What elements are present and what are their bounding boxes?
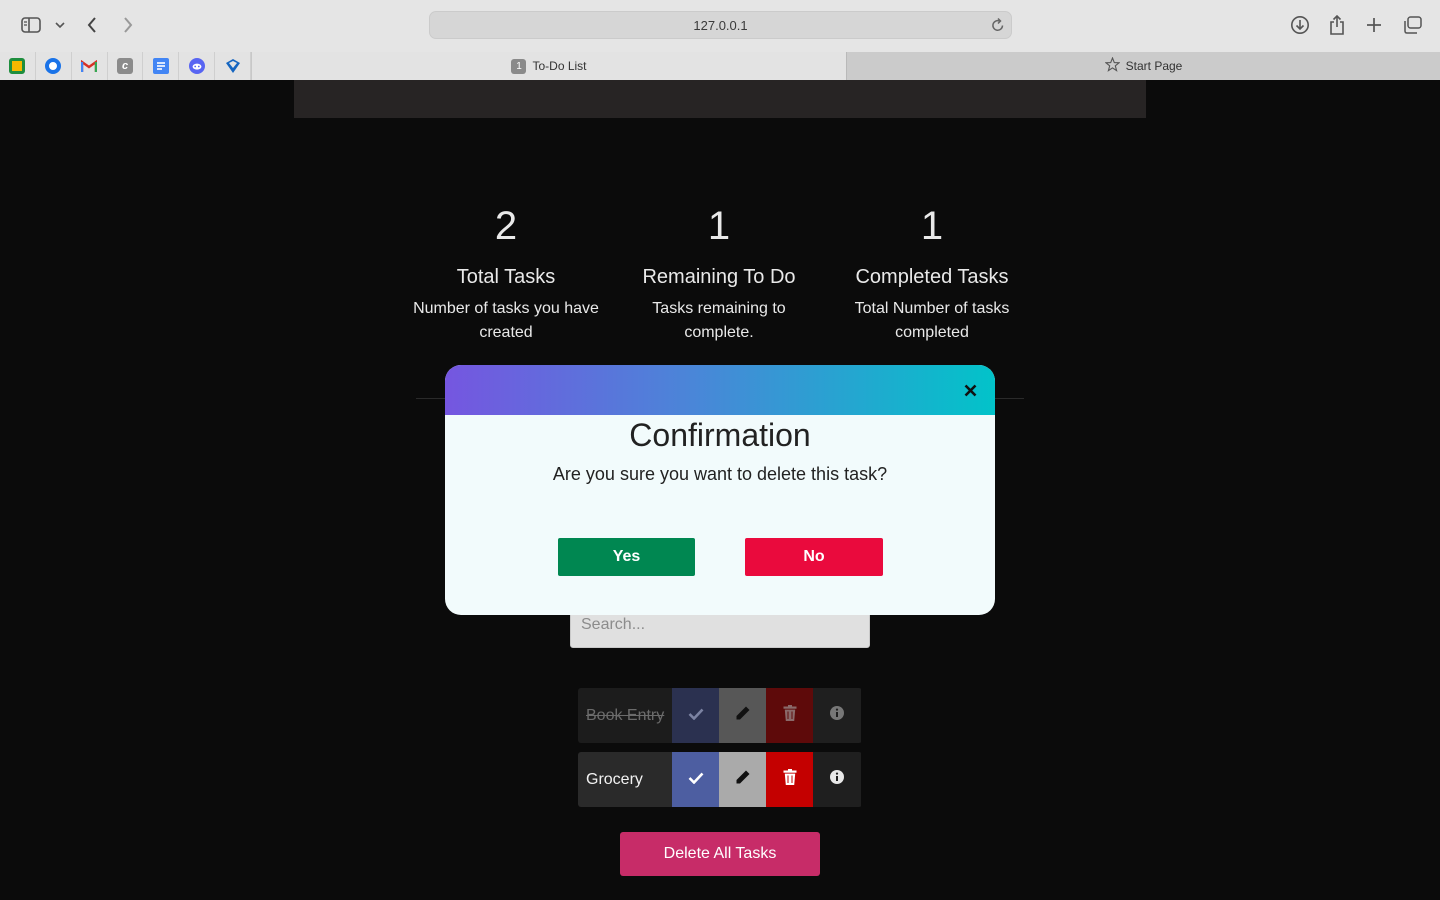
modal-header — [445, 365, 995, 415]
star-icon — [1104, 56, 1121, 75]
task-row: Book Entry — [578, 688, 862, 743]
stat-total-tasks: 2 Total Tasks Number of tasks you have c… — [406, 206, 606, 345]
gmail-icon[interactable] — [72, 52, 108, 80]
complete-button[interactable] — [672, 688, 719, 743]
info-icon — [829, 769, 845, 790]
stat-completed: 1 Completed Tasks Total Number of tasks … — [832, 206, 1032, 345]
check-icon — [688, 707, 704, 725]
close-icon[interactable] — [963, 375, 977, 405]
yes-button[interactable]: Yes — [558, 538, 695, 576]
stat-number: 1 — [920, 204, 944, 248]
check-icon — [688, 771, 704, 789]
sidebar-toggle-icon[interactable] — [20, 16, 42, 34]
chevron-down-icon[interactable] — [54, 18, 66, 32]
modal-title: Confirmation — [629, 417, 811, 453]
task-row: Grocery — [578, 752, 862, 807]
google-docs-icon[interactable] — [143, 52, 180, 80]
edit-button[interactable] — [719, 688, 766, 743]
address-bar[interactable]: 127.0.0.1 — [429, 11, 1012, 39]
trash-icon — [783, 769, 797, 790]
stat-remaining: 1 Remaining To Do Tasks remaining to com… — [619, 206, 819, 345]
tab-number-badge: 1 — [511, 58, 527, 74]
no-button[interactable]: No — [745, 538, 883, 576]
tab-strip: c 1 To-Do List Start Page — [0, 52, 1440, 80]
edit-button[interactable] — [719, 752, 766, 807]
share-icon[interactable] — [1328, 14, 1346, 36]
google-classroom-icon[interactable] — [0, 52, 36, 80]
modal-message: Are you sure you want to delete this tas… — [552, 464, 888, 484]
tab-label: To-Do List — [532, 59, 587, 73]
url-text: 127.0.0.1 — [693, 17, 748, 33]
task-name: Grocery — [578, 752, 672, 807]
back-icon[interactable] — [84, 15, 100, 35]
pencil-icon — [735, 705, 751, 726]
info-icon — [829, 705, 845, 726]
header-bar — [294, 80, 1146, 118]
delete-button[interactable] — [766, 752, 813, 807]
complete-button[interactable] — [672, 752, 719, 807]
stat-number: 2 — [494, 204, 518, 248]
discord-icon[interactable] — [179, 52, 216, 80]
trash-icon — [783, 705, 797, 726]
info-button[interactable] — [813, 752, 861, 807]
confirmation-modal: Confirmation Are you sure you want to de… — [445, 365, 995, 615]
pencil-icon — [735, 769, 751, 790]
stat-number: 1 — [707, 204, 731, 248]
chrome-icon[interactable] — [36, 52, 72, 80]
tab-start-page[interactable]: Start Page — [846, 52, 1440, 80]
browser-toolbar: 127.0.0.1 — [0, 0, 1440, 52]
tab-label: Start Page — [1125, 59, 1183, 73]
delete-button[interactable] — [766, 688, 813, 743]
info-button[interactable] — [813, 688, 861, 743]
search-placeholder: Search... — [581, 616, 646, 633]
reload-icon[interactable] — [991, 17, 1005, 36]
download-icon[interactable] — [1290, 15, 1310, 35]
new-tab-icon[interactable] — [1365, 16, 1383, 34]
delete-all-button[interactable]: Delete All Tasks — [620, 832, 820, 876]
stat-description: Tasks remaining to complete. — [652, 300, 786, 341]
tab-overview-icon[interactable] — [1402, 16, 1422, 34]
stat-description: Total Number of tasks completed — [854, 300, 1010, 341]
task-name: Book Entry — [578, 688, 672, 743]
stat-description: Number of tasks you have created — [413, 300, 599, 341]
favorites-bar: c — [0, 52, 252, 80]
forward-icon[interactable] — [120, 15, 136, 35]
stat-title: Completed Tasks — [855, 266, 1009, 288]
tool-icon[interactable] — [215, 52, 252, 80]
c-icon[interactable]: c — [108, 52, 144, 80]
stat-title: Remaining To Do — [642, 266, 796, 288]
stat-title: Total Tasks — [456, 266, 556, 288]
tab-to-do-list[interactable]: 1 To-Do List — [252, 52, 846, 80]
